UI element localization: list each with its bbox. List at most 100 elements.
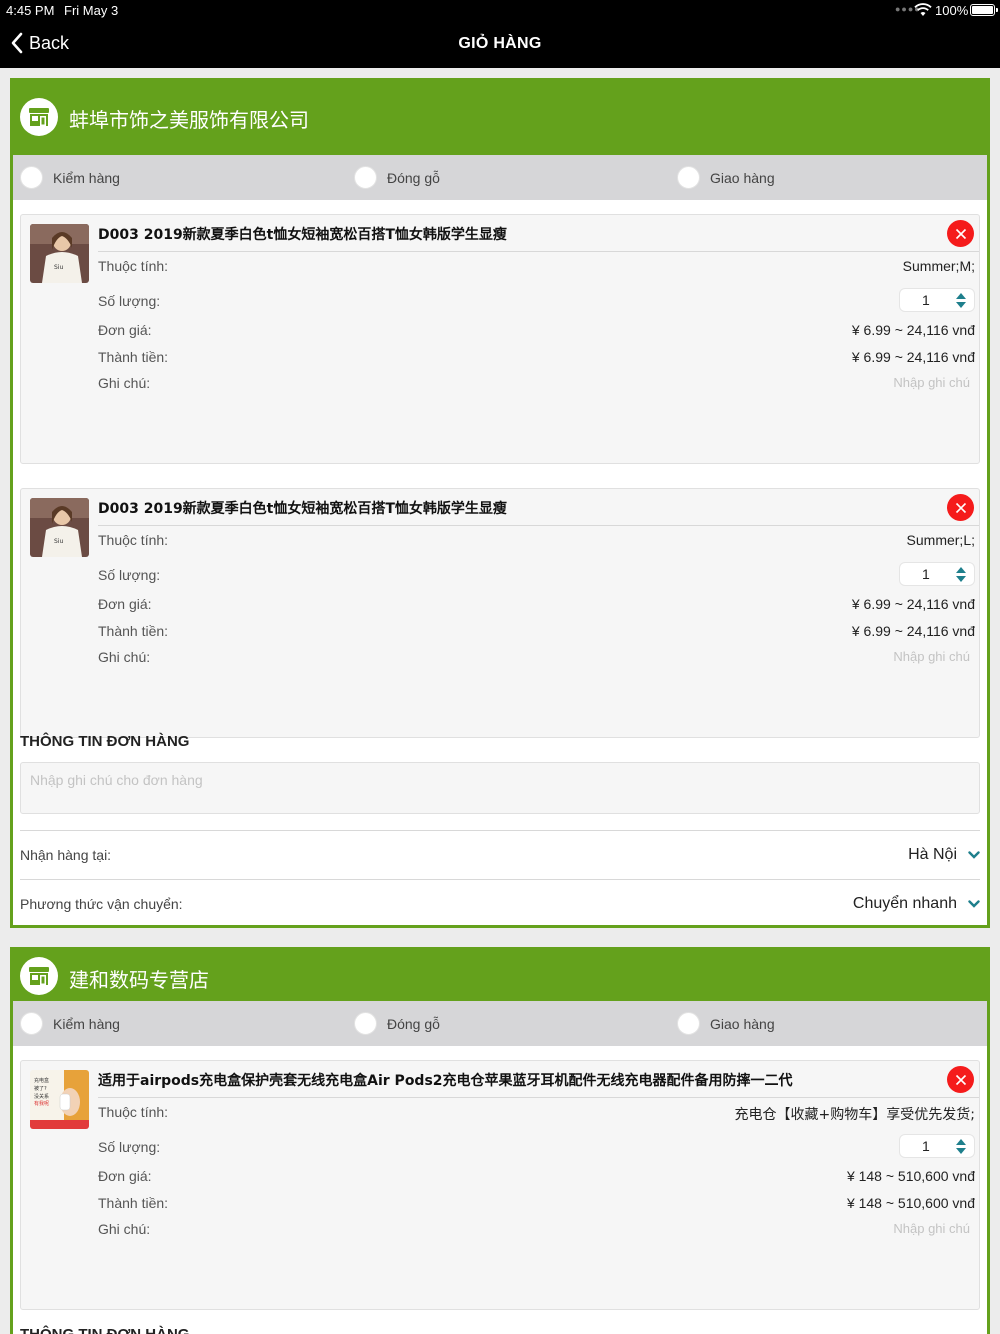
price-label: Đơn giá:	[98, 322, 152, 338]
radio-icon	[354, 1012, 377, 1035]
stepper-arrows-icon	[956, 1139, 966, 1154]
option-check-goods[interactable]: Kiểm hàng	[20, 1012, 120, 1035]
battery-icon	[970, 4, 998, 16]
total-label: Thành tiền:	[98, 623, 169, 639]
divider	[98, 1097, 979, 1098]
delete-item-button[interactable]	[947, 220, 974, 247]
order-note-placeholder: Nhập ghi chú cho đơn hàng	[30, 772, 203, 788]
product-name[interactable]: 适用于airpods充电盒保护壳套无线充电盒Air Pods2充电仓苹果蓝牙耳机…	[98, 1070, 929, 1098]
option-label: Giao hàng	[710, 1015, 775, 1032]
option-wood-packing[interactable]: Đóng gỗ	[354, 1012, 440, 1035]
battery-percent: 100%	[935, 3, 969, 18]
shipping-method-value: Chuyển nhanh	[852, 894, 957, 912]
delete-item-button[interactable]	[947, 1066, 974, 1093]
svg-text:充电盒: 充电盒	[34, 1077, 49, 1084]
close-icon	[955, 228, 966, 239]
option-label: Đóng gỗ	[387, 1015, 440, 1032]
product-thumbnail[interactable]: 充电盒 被了? 没关系 有我呢	[30, 1070, 89, 1129]
chevron-down-icon	[968, 899, 980, 908]
attr-label: Thuộc tính:	[98, 258, 169, 274]
store-icon	[20, 98, 58, 136]
chevron-down-icon	[968, 850, 980, 859]
stepper-arrows-icon	[956, 567, 966, 582]
svg-text:没关系: 没关系	[34, 1093, 49, 1100]
product-thumbnail[interactable]: Siu	[30, 498, 89, 557]
total-label: Thành tiền:	[98, 1195, 169, 1211]
svg-text:有我呢: 有我呢	[34, 1100, 49, 1107]
attr-label: Thuộc tính:	[98, 1104, 169, 1120]
close-icon	[955, 502, 966, 513]
option-delivery[interactable]: Giao hàng	[677, 166, 775, 189]
order-info-title: THÔNG TIN ĐƠN HÀNG	[20, 733, 190, 750]
quantity-stepper[interactable]: 1	[899, 562, 975, 586]
radio-icon	[20, 166, 43, 189]
status-time: 4:45 PM	[6, 3, 55, 18]
qty-label: Số lượng:	[98, 293, 161, 309]
qty-label: Số lượng:	[98, 567, 161, 583]
page-title: GIỎ HÀNG	[458, 35, 542, 52]
cart-item: 充电盒 被了? 没关系 有我呢 适用于airpods充电盒保护壳套无线充电盒Air P…	[20, 1060, 980, 1310]
shop-card: 建和数码专营店 Kiểm hàng Đóng gỗ Giao hàng 充电盒被…	[10, 947, 990, 1334]
option-check-goods[interactable]: Kiểm hàng	[20, 166, 120, 189]
option-label: Kiểm hàng	[53, 169, 120, 186]
qty-value: 1	[922, 1138, 930, 1154]
nav-bar: Back GIỎ HÀNG	[0, 22, 1000, 68]
note-label: Ghi chú:	[98, 375, 151, 391]
total-value: ¥ 6.99 ~ 24,116 vnđ	[851, 623, 975, 639]
svg-text:Siu: Siu	[54, 538, 63, 545]
wifi-icon	[914, 3, 932, 16]
order-info-title: THÔNG TIN ĐƠN HÀNG	[20, 1326, 189, 1334]
price-value: ¥ 6.99 ~ 24,116 vnđ	[851, 596, 975, 612]
cart-item: Siu D003 2019新款夏季白色t恤女短袖宽松百搭T恤女韩版学生显瘦 Th…	[20, 214, 980, 464]
attr-label: Thuộc tính:	[98, 532, 169, 548]
shop-header: 蚌埠市饰之美服饰有限公司	[10, 78, 990, 155]
attr-value: 充电仓【收藏+购物车】享受优先发货;	[734, 1107, 975, 1123]
stepper-arrows-icon	[956, 293, 966, 308]
store-icon	[20, 957, 58, 995]
radio-icon	[677, 166, 700, 189]
svg-text:被了?: 被了?	[34, 1085, 47, 1092]
qty-label: Số lượng:	[98, 1139, 161, 1155]
shop-header: 建和数码专营店	[10, 947, 990, 1001]
radio-icon	[677, 1012, 700, 1035]
option-delivery[interactable]: Giao hàng	[677, 1012, 775, 1035]
total-label: Thành tiền:	[98, 349, 169, 365]
shipping-method-label: Phương thức vận chuyển:	[20, 895, 183, 912]
note-label: Ghi chú:	[98, 1221, 151, 1237]
shop-name: 建和数码专营店	[69, 968, 209, 992]
total-value: ¥ 6.99 ~ 24,116 vnđ	[851, 349, 975, 365]
quantity-stepper[interactable]: 1	[899, 1134, 975, 1158]
divider	[98, 525, 979, 526]
quantity-stepper[interactable]: 1	[899, 288, 975, 312]
option-wood-packing[interactable]: Đóng gỗ	[354, 166, 440, 189]
status-date: Fri May 3	[64, 3, 119, 18]
svg-text:Siu: Siu	[54, 264, 63, 271]
delete-item-button[interactable]	[947, 494, 974, 521]
attr-value: Summer;L;	[906, 532, 975, 548]
product-name[interactable]: D003 2019新款夏季白色t恤女短袖宽松百搭T恤女韩版学生显瘦	[98, 224, 929, 252]
shop-name: 蚌埠市饰之美服饰有限公司	[69, 108, 309, 132]
shipping-method-select[interactable]: Phương thức vận chuyển: Chuyển nhanh	[20, 879, 980, 927]
product-name[interactable]: D003 2019新款夏季白色t恤女短袖宽松百搭T恤女韩版学生显瘦	[98, 498, 929, 526]
total-value: ¥ 148 ~ 510,600 vnđ	[846, 1195, 975, 1211]
status-bar: 4:45 PM Fri May 3 ●●●● 100%	[0, 0, 1000, 22]
option-label: Đóng gỗ	[387, 169, 440, 186]
price-value: ¥ 6.99 ~ 24,116 vnđ	[851, 322, 975, 338]
price-label: Đơn giá:	[98, 596, 152, 612]
order-note-input[interactable]: Nhập ghi chú cho đơn hàng	[20, 762, 980, 814]
shop-card: 蚌埠市饰之美服饰有限公司 Kiểm hàng Đóng gỗ Giao hàng…	[10, 78, 990, 928]
note-input[interactable]: Nhập ghi chú	[893, 1221, 975, 1237]
option-label: Kiểm hàng	[53, 1015, 120, 1032]
receive-location-select[interactable]: Nhận hàng tại: Hà Nội	[20, 830, 980, 878]
option-label: Giao hàng	[710, 169, 775, 186]
note-input[interactable]: Nhập ghi chú	[893, 649, 975, 665]
note-input[interactable]: Nhập ghi chú	[893, 375, 975, 391]
divider	[98, 251, 979, 252]
radio-icon	[20, 1012, 43, 1035]
price-value: ¥ 148 ~ 510,600 vnđ	[846, 1168, 975, 1184]
product-thumbnail[interactable]: Siu	[30, 224, 89, 283]
cart-item: Siu D003 2019新款夏季白色t恤女短袖宽松百搭T恤女韩版学生显瘦 Th…	[20, 488, 980, 738]
receive-location-value: Hà Nội	[908, 845, 957, 863]
qty-value: 1	[922, 292, 930, 308]
service-options: Kiểm hàng Đóng gỗ Giao hàng	[13, 155, 987, 200]
